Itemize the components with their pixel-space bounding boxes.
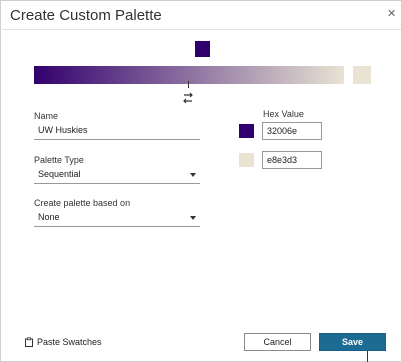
palette-type-label: Palette Type [34, 155, 84, 165]
paste-swatches-button[interactable]: Paste Swatches [24, 337, 102, 347]
close-icon[interactable]: ✕ [387, 7, 396, 20]
hex-value-label: Hex Value [263, 109, 304, 119]
palette-gradient-bar [34, 66, 344, 84]
gradient-preview-swatch[interactable] [195, 41, 210, 57]
hex-input-1[interactable]: 32006e [262, 122, 322, 140]
cancel-button[interactable]: Cancel [244, 333, 311, 351]
based-on-value: None [38, 212, 60, 222]
gradient-midpoint-marker[interactable] [188, 81, 189, 88]
header-divider [2, 29, 401, 30]
create-custom-palette-dialog: Create Custom Palette ✕ Name UW Huskies … [0, 0, 402, 362]
based-on-label: Create palette based on [34, 198, 131, 208]
paste-swatches-label: Paste Swatches [37, 337, 102, 347]
dialog-title: Create Custom Palette [10, 7, 162, 24]
clipboard-icon [25, 337, 33, 347]
save-button[interactable]: Save [319, 333, 386, 351]
palette-type-select[interactable]: Sequential [34, 166, 200, 184]
based-on-select[interactable]: None [34, 209, 200, 227]
mouse-cursor [367, 351, 368, 362]
swap-arrows-icon[interactable] [182, 92, 194, 104]
gradient-end-swatch[interactable] [353, 66, 371, 84]
name-field[interactable]: UW Huskies [34, 122, 200, 140]
chevron-down-icon [190, 173, 196, 177]
color-swatch-2[interactable] [239, 153, 254, 167]
name-label: Name [34, 111, 59, 121]
palette-type-value: Sequential [38, 169, 81, 179]
chevron-down-icon [190, 216, 196, 220]
color-swatch-1[interactable] [239, 124, 254, 138]
hex-input-2[interactable]: e8e3d3 [262, 151, 322, 169]
